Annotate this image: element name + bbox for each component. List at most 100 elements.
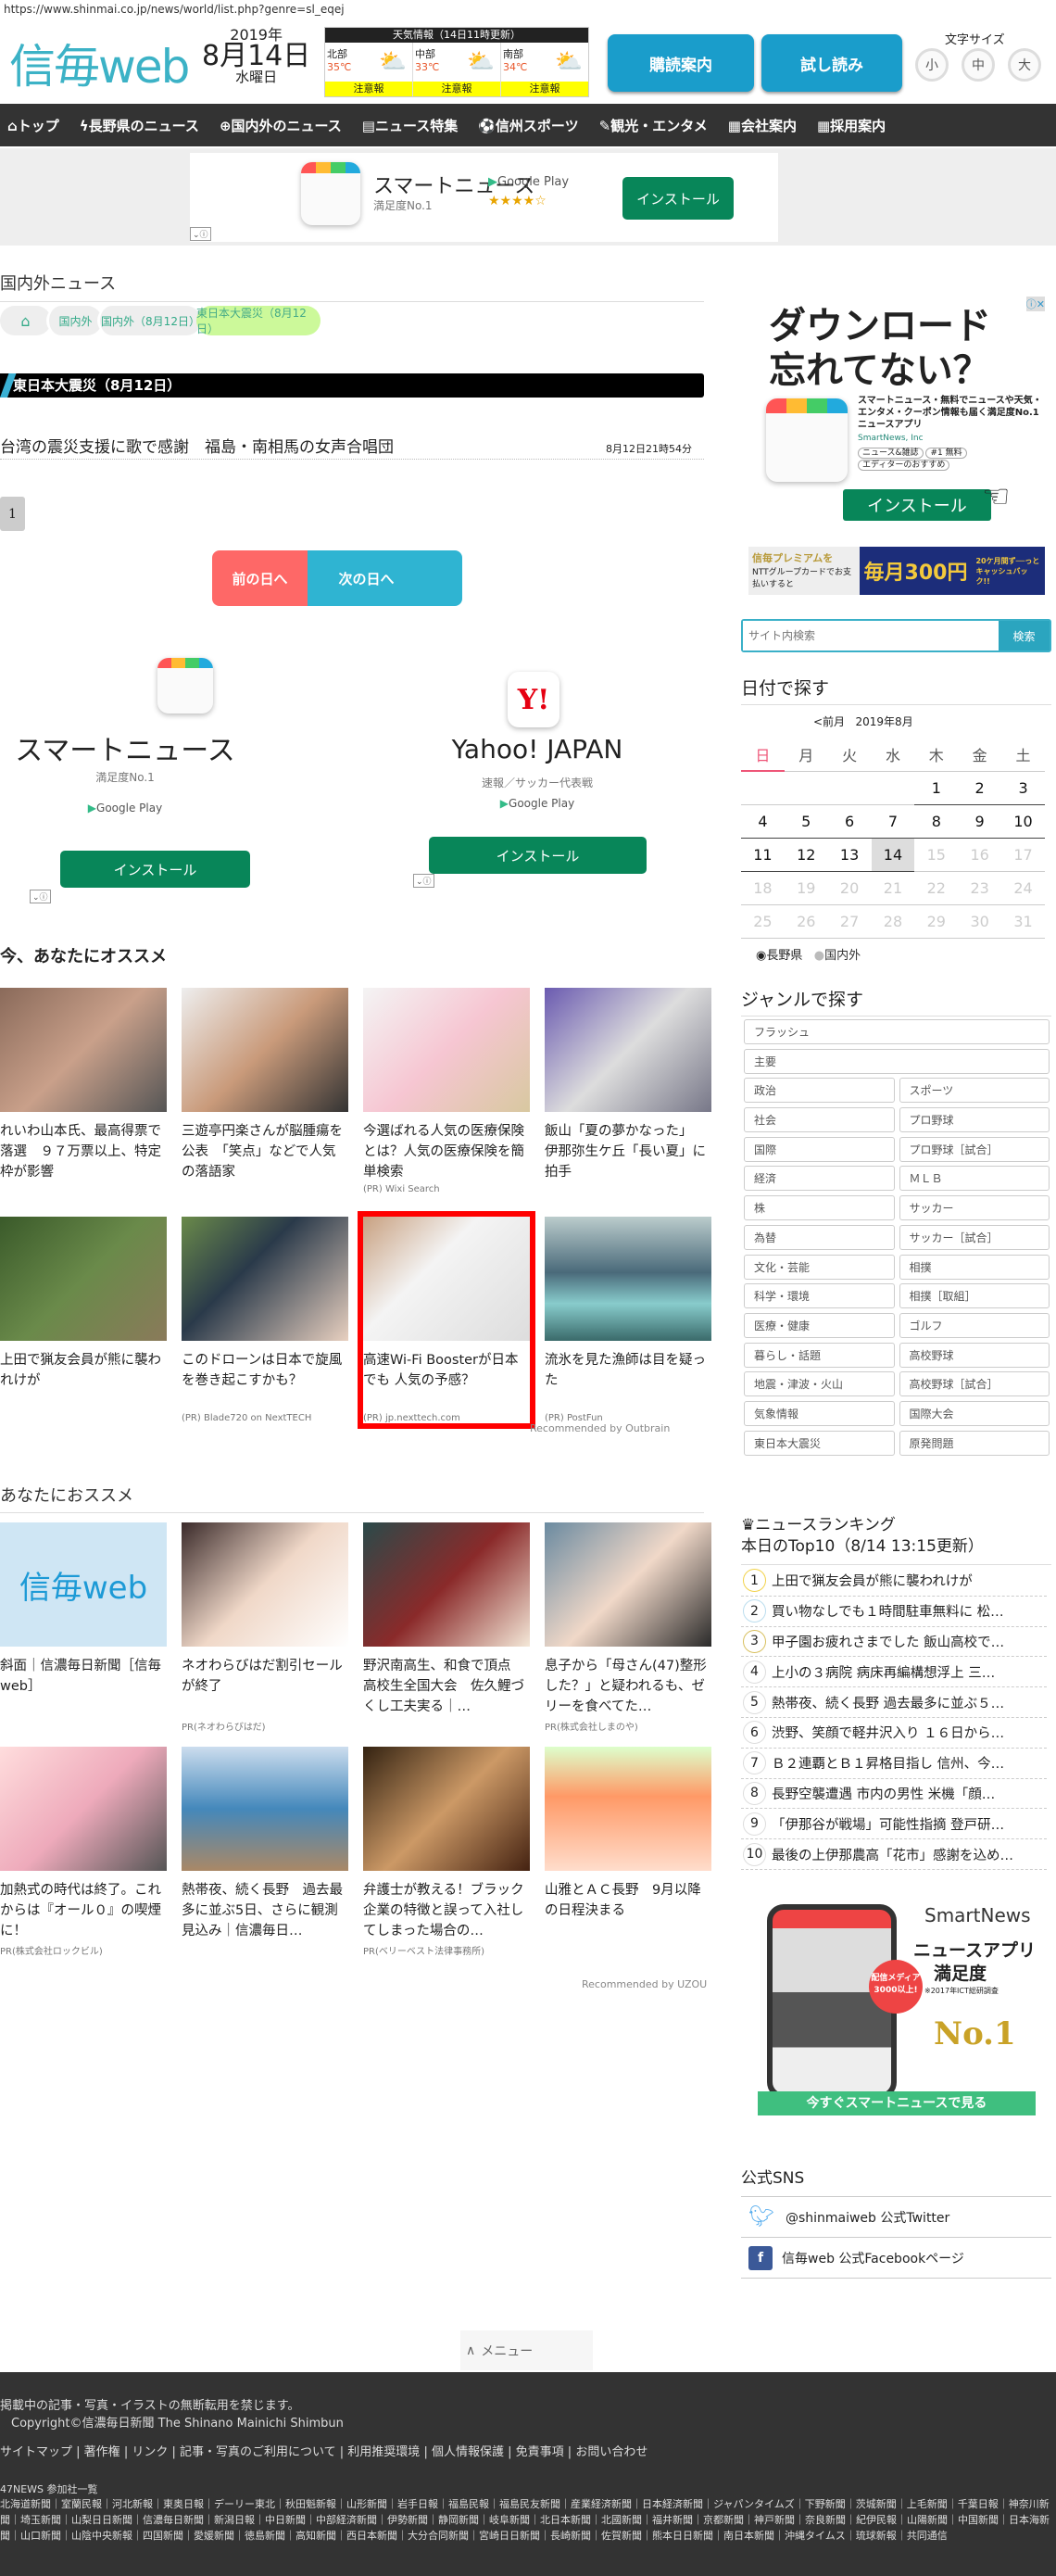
calendar-day[interactable]: 13 [827, 838, 872, 872]
install-button[interactable]: インストール [60, 851, 250, 888]
calendar-day[interactable]: 6 [827, 804, 872, 839]
recommend-card[interactable]: このドローンは日本で旋風を巻き起こすかも？ (PR) Blade720 on Ne… [182, 1217, 348, 1423]
footer-link[interactable]: リンク [132, 2445, 168, 2459]
calendar-day[interactable]: 5 [784, 804, 828, 839]
genre-button[interactable]: 政治 [744, 1078, 895, 1104]
calendar-day[interactable]: 2 [958, 771, 1002, 805]
genre-button[interactable]: プロ野球 [899, 1107, 1050, 1133]
ranking-item[interactable]: 2 買い物なしでも１時間駐車無料に 松… [741, 1597, 1047, 1627]
article-link[interactable]: 台湾の震災支援に歌で感謝 福島・南相馬の女声合唱団 [0, 434, 394, 457]
calendar-day[interactable]: 9 [958, 804, 1002, 839]
recommend-card[interactable]: 野沢南高生、和食で頂点 高校生全国大会 佐久鯉づくし工夫実る｜… [363, 1522, 530, 1719]
genre-button[interactable]: サッカー [899, 1195, 1050, 1221]
ranking-item[interactable]: 10 最後の上伊那農高「花市」感謝を込め… [741, 1839, 1047, 1870]
recommend-card[interactable]: 上田で猟友会員が熊に襲われけが [0, 1217, 167, 1413]
recommend-card[interactable]: ネオわらびはだ割引セールが終了 PR(ネオわらびはだ) [182, 1522, 348, 1733]
install-button[interactable]: インストール [843, 489, 991, 521]
smartnews-ad[interactable]: 配信メディア3000以上! SmartNews ニュースアプリ 満足度 ※201… [758, 1895, 1045, 2127]
facebook-link[interactable]: f 信毎web 公式Facebookページ [741, 2238, 1051, 2279]
footer-link[interactable]: 免責事項 [516, 2445, 564, 2459]
calendar-day[interactable]: 3 [1001, 771, 1045, 805]
ranking-item[interactable]: 8 長野空襲遭遇 市内の男性 米機「顔… [741, 1779, 1047, 1810]
calendar-day[interactable]: 8 [914, 804, 959, 839]
recommend-card[interactable]: 加熱式の時代は終了。これからは『オール０』の喫煙に！ PR(株式会社ロックビル) [0, 1747, 167, 1957]
members-list[interactable]: 北海道新聞｜室蘭民報｜河北新報｜東奥日報｜デーリー東北｜秋田魁新報｜山形新聞｜岩… [0, 2496, 1056, 2544]
recommend-card[interactable]: 山雅とＡＣ長野 9月以降の日程決まる [545, 1747, 711, 1943]
footer-link[interactable]: お問い合わせ [575, 2445, 647, 2459]
nav-nagano[interactable]: ϟ長野県のニュース [80, 116, 199, 135]
page-1-button[interactable]: 1 [0, 497, 25, 531]
radio-world[interactable]: ●国内外 [814, 949, 861, 963]
calendar-day[interactable]: 10 [1001, 804, 1045, 839]
calendar-day[interactable]: 1 [914, 771, 959, 805]
genre-button[interactable]: プロ野球［試合］ [899, 1136, 1050, 1162]
nav-features[interactable]: ▤ニュース特集 [362, 116, 458, 135]
nav-tourism[interactable]: ✎観光・エンタメ [599, 116, 708, 135]
nav-world[interactable]: ⊕国内外のニュース [220, 116, 342, 135]
genre-button[interactable]: 地震・津波・火山 [744, 1371, 895, 1397]
recommend-card[interactable]: 三遊亭円楽さんが脳腫瘍を公表 「笑点」などで人気の落語家 [182, 988, 348, 1184]
next-day-button[interactable]: 次の日へ [308, 550, 462, 606]
nav-top[interactable]: ⌂トップ [7, 116, 59, 135]
genre-button[interactable]: 株 [744, 1195, 895, 1221]
menu-toggle-button[interactable]: ∧ メニュー [460, 2330, 593, 2370]
ad-close-icon[interactable]: ⓘ✕ [1025, 297, 1045, 311]
subscribe-button[interactable]: 購読案内 [608, 34, 754, 92]
top-app-ad[interactable]: スマートニュース 満足度No.1 ▶Google Play ★★★★☆ インスト… [190, 153, 778, 242]
genre-button[interactable]: 原発問題 [899, 1430, 1050, 1456]
search-input[interactable] [743, 621, 999, 650]
ranking-item[interactable]: 7 Ｂ２連覇とＢ１昇格目指し 信州、今… [741, 1749, 1047, 1779]
ad-info-icon[interactable]: ⌄ⓘ [30, 890, 51, 903]
genre-button[interactable]: 東日本大震災 [744, 1430, 895, 1456]
genre-button[interactable]: 経済 [744, 1166, 895, 1192]
ranking-item[interactable]: 5 熱帯夜、続く長野 過去最多に並ぶ５… [741, 1687, 1047, 1718]
font-size-medium-button[interactable]: 中 [962, 48, 995, 82]
nav-recruit[interactable]: ▦採用案内 [817, 116, 886, 135]
breadcrumb-item[interactable]: 国内外（8月12日） [97, 306, 201, 335]
install-button[interactable]: インストール [429, 837, 647, 874]
weather-widget[interactable]: 天気情報（14日11時更新） 北部 35℃ ⛅ 注意報 中部 33℃ ⛅ 注意報 南部 34℃… [324, 27, 589, 97]
breadcrumb-item[interactable]: 国内外 [46, 306, 102, 335]
install-button[interactable]: インストール [622, 177, 734, 220]
ranking-item[interactable]: 6 渋野、笑顔で軽井沢入り １６日から… [741, 1718, 1047, 1749]
ranking-item[interactable]: 3 甲子園お疲れさまでした 飯山高校で… [741, 1627, 1047, 1658]
site-logo[interactable]: 信毎web [9, 30, 190, 96]
genre-button[interactable]: 気象情報 [744, 1400, 895, 1426]
recommend-card[interactable]: 息子から「母さん(47)整形した？」と疑われるも、ゼリーを食べてた… PR(株式会… [545, 1522, 711, 1733]
genre-button[interactable]: フラッシュ [744, 1019, 1050, 1044]
genre-button[interactable]: 為替 [744, 1224, 895, 1250]
calendar-day[interactable]: 14 [871, 838, 915, 872]
genre-button[interactable]: 国際 [744, 1136, 895, 1162]
genre-button[interactable]: 社会 [744, 1107, 895, 1133]
genre-button[interactable]: 科学・環境 [744, 1283, 895, 1309]
calendar-day[interactable]: 4 [741, 804, 785, 839]
genre-button[interactable]: ゴルフ [899, 1312, 1050, 1338]
twitter-link[interactable]: 🐦︎ @shinmaiweb 公式Twitter [741, 2197, 1051, 2238]
ad-cta[interactable]: 今すぐスマートニュースで見る [758, 2091, 1036, 2115]
nav-sports[interactable]: ⚽信州スポーツ [478, 116, 578, 135]
font-size-large-button[interactable]: 大 [1008, 48, 1041, 82]
premium-banner[interactable]: 信毎プレミアムを NTTグループカードでお支払いすると 毎月300円 20ケ月間ず─… [748, 547, 1045, 595]
nav-company[interactable]: ▦会社案内 [728, 116, 797, 135]
recommend-card[interactable]: 熱帯夜、続く長野 過去最多に並ぶ5日、さらに観測見込み｜信濃毎日… [182, 1747, 348, 1943]
recommend-card[interactable]: 弁護士が教える！ブラック企業の特徴と誤って入社してしまった場合の… PR(ベリーベ… [363, 1747, 530, 1957]
genre-button[interactable]: 相撲 [899, 1254, 1050, 1280]
breadcrumb-home[interactable]: ⌂ [0, 306, 51, 335]
radio-nagano[interactable]: ◉長野県 [756, 949, 802, 963]
ad-info-icon[interactable]: ⌄ⓘ [413, 874, 434, 888]
calendar-day[interactable]: 7 [871, 804, 915, 839]
calendar-day[interactable]: 12 [784, 838, 828, 872]
recommend-card[interactable]: 流氷を見た漁師は目を疑った (PR) PostFun [545, 1217, 711, 1423]
recommend-card[interactable]: 飯山「夏の夢かなった」 伊那弥生ケ丘「長い夏」に拍手 [545, 988, 711, 1184]
trial-button[interactable]: 試し読み [761, 34, 902, 92]
footer-link[interactable]: 記事・写真のご利用について [180, 2445, 336, 2459]
search-button[interactable]: 検索 [999, 621, 1050, 650]
outbrain-credit[interactable]: Recommended by Outbrain [530, 1422, 670, 1434]
calendar-day[interactable]: 11 [741, 838, 785, 872]
ranking-item[interactable]: 9 「伊那谷が戦場」可能性指摘 登戸研… [741, 1809, 1047, 1840]
prev-day-button[interactable]: 前の日へ [212, 550, 308, 606]
footer-link[interactable]: 著作権 [84, 2445, 120, 2459]
ranking-item[interactable]: 1 上田で猟友会員が熊に襲われけが [741, 1566, 1047, 1597]
recommend-card[interactable]: 高速Wi-Fi Boosterが日本でも 人気の予感？ (PR) jp.nextt… [358, 1211, 535, 1429]
recommend-card[interactable]: 信毎web 斜面｜信濃毎日新聞［信毎web］ [0, 1522, 167, 1719]
